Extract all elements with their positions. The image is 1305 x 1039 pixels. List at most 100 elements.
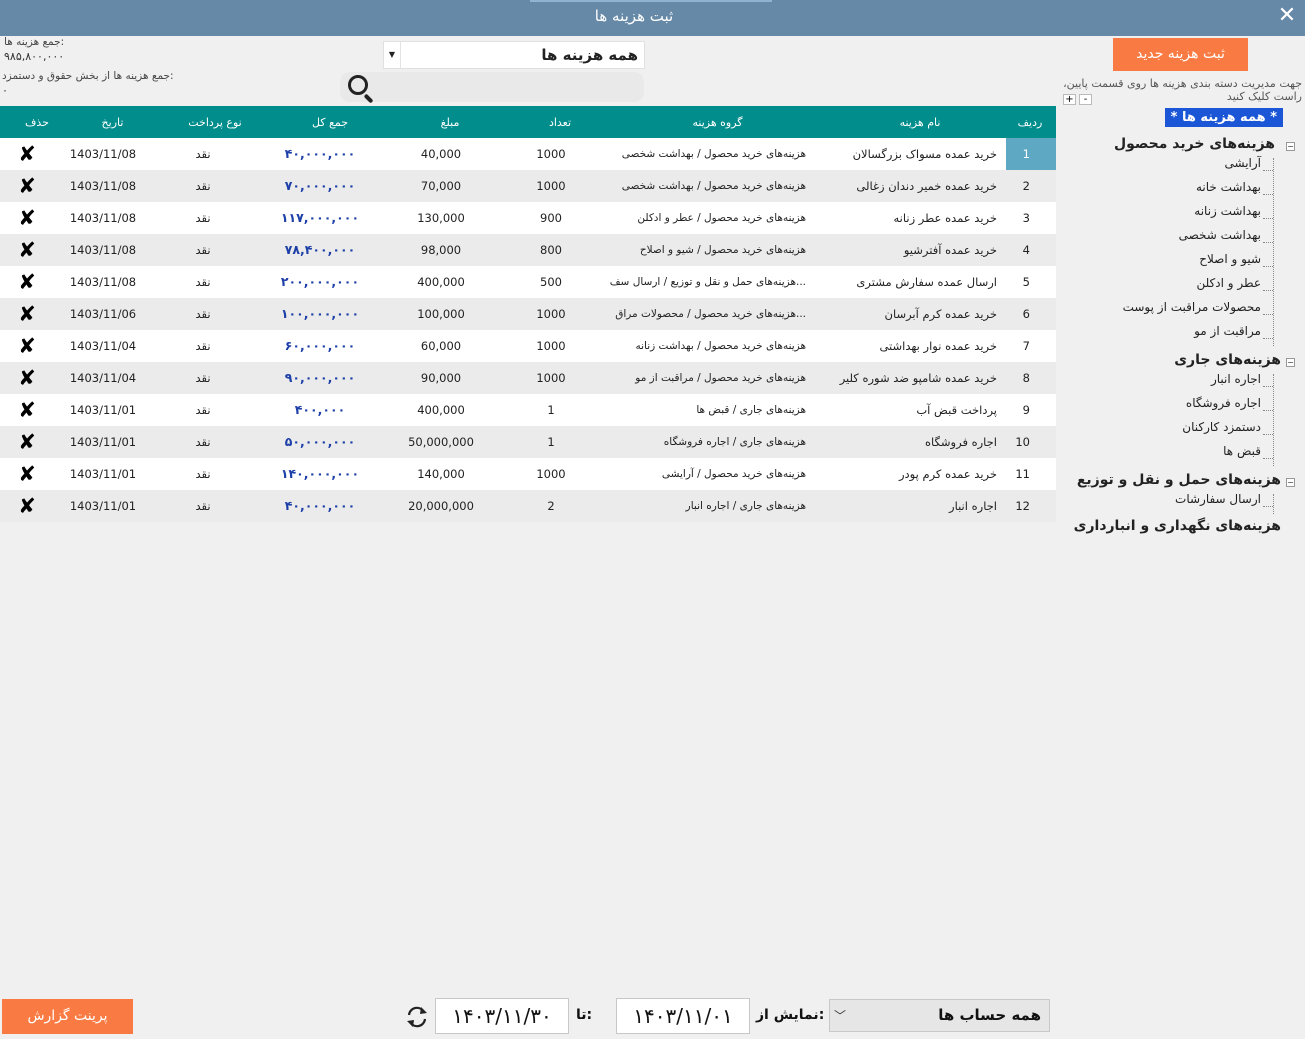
table-row[interactable]: 5 ارسال عمده سفارش مشتری هزینه‌های حمل و ن… [0,266,1056,298]
row-payment: نقد [195,499,211,513]
delete-icon[interactable]: ✘ [10,234,44,266]
search-icon[interactable] [345,73,375,104]
table-row[interactable]: 4 خرید عمده آفترشیو هزینه‌های خرید محصول /… [0,234,1056,266]
delete-icon[interactable]: ✘ [10,138,44,170]
print-report-button[interactable]: پرینت گزارش [2,999,133,1034]
row-count: 1000 [536,467,566,481]
total-label: جمع هزینه ها: [4,36,65,48]
tree-collapse-icon[interactable]: − [1286,142,1295,151]
expand-all-button[interactable]: + [1063,94,1076,105]
tree-item[interactable]: دستمزد کارکنان [1182,420,1261,434]
col-delete[interactable]: حذف [12,116,62,129]
row-count: 900 [540,211,562,225]
tree-collapse-icon[interactable]: − [1286,478,1295,487]
tree-item[interactable]: شیو و اصلاح [1199,252,1261,266]
col-total[interactable]: جمع کل [270,116,390,129]
delete-icon[interactable]: ✘ [10,426,44,458]
delete-icon[interactable]: ✘ [10,266,44,298]
row-name: اجاره فروشگاه [925,435,997,449]
tree-group[interactable]: هزینه‌های حمل و نقل و توزیع [1077,472,1281,488]
row-amount: 130,000 [417,211,465,225]
col-count[interactable]: تعداد [525,116,595,129]
table-row[interactable]: 2 خرید عمده خمیر دندان زغالی هزینه‌های خری… [0,170,1056,202]
search-input[interactable] [340,72,644,104]
delete-icon[interactable]: ✘ [10,394,44,426]
row-total: ۴۰,۰۰۰,۰۰۰ [284,146,356,161]
table-row[interactable]: 1 خرید عمده مسواک بزرگسالان هزینه‌های خرید… [0,138,1056,170]
collapse-all-button[interactable]: - [1079,94,1092,105]
delete-icon[interactable]: ✘ [10,490,44,522]
tree-connector [1273,158,1274,346]
table-row[interactable]: 10 اجاره فروشگاه هزینه‌های جاری / اجاره فر… [0,426,1056,458]
tree-collapse-icon[interactable]: − [1286,358,1295,367]
row-index: 2 [1022,179,1030,193]
row-total: ۷۰,۰۰۰,۰۰۰ [284,178,356,193]
close-icon[interactable]: ✕ [1275,4,1299,28]
row-count: 1000 [536,147,566,161]
tree-item[interactable]: محصولات مراقبت از پوست [1123,300,1261,314]
row-name: خرید عمده شامپو ضد شوره کلیر [839,371,997,385]
to-date-input[interactable]: ۱۴۰۳/۱۱/۳۰ [435,998,569,1034]
from-date-input[interactable]: ۱۴۰۳/۱۱/۰۱ [616,998,750,1034]
category-filter-select[interactable]: ▼ همه هزینه ها [383,41,645,69]
table-row[interactable]: 11 خرید عمده کرم پودر هزینه‌های خرید محصول… [0,458,1056,490]
col-payment[interactable]: نوع پرداخت [170,116,260,129]
tree-connector [1263,170,1273,171]
tree-item[interactable]: بهداشت زنانه [1194,204,1261,218]
row-index: 10 [1015,435,1030,449]
tree-item[interactable]: قبض ها [1223,444,1261,458]
delete-icon[interactable]: ✘ [10,458,44,490]
new-expense-button[interactable]: ثبت هزینه جدید [1113,38,1248,71]
delete-icon[interactable]: ✘ [10,362,44,394]
tree-root-all-expenses[interactable]: * همه هزینه ها * [1164,108,1283,127]
tree-item[interactable]: اجاره فروشگاه [1186,396,1261,410]
refresh-icon[interactable] [404,1004,430,1030]
category-filter-value: همه هزینه ها [541,46,638,64]
table-row[interactable]: 3 خرید عمده عطر زنانه هزینه‌های خرید محصول… [0,202,1056,234]
tree-group[interactable]: هزینه‌های جاری [1174,352,1281,368]
table-row[interactable]: 7 خرید عمده نوار بهداشتی هزینه‌های خرید مح… [0,330,1056,362]
col-date[interactable]: تاریخ [60,116,165,129]
tree-item[interactable]: بهداشت خانه [1196,180,1261,194]
row-amount: 70,000 [420,179,462,193]
row-name: پرداخت قبض آب [916,403,997,417]
table-row[interactable]: 8 خرید عمده شامپو ضد شوره کلیر هزینه‌های خ… [0,362,1056,394]
row-total: ۱۰۰,۰۰۰,۰۰۰ [280,306,360,321]
col-index[interactable]: ردیف [1010,116,1050,129]
account-select[interactable]: ﹀ همه حساب ها [829,999,1050,1032]
row-amount: 60,000 [420,339,462,353]
col-name[interactable]: نام هزینه [840,116,1000,129]
table-row[interactable]: 12 اجاره انبار هزینه‌های جاری / اجاره انبا… [0,490,1056,522]
tree-item[interactable]: اجاره انبار [1211,372,1261,386]
row-payment: نقد [195,403,211,417]
row-group: هزینه‌های خرید محصول / عطر و ادکلن [637,212,806,224]
delete-icon[interactable]: ✘ [10,170,44,202]
tree-group[interactable]: هزینه‌های نگهداری و انبارداری [1074,518,1281,534]
col-group[interactable]: گروه هزینه [610,116,825,129]
tree-item[interactable]: ارسال سفارشات [1175,492,1261,506]
table-row[interactable]: 9 پرداخت قبض آب هزینه‌های جاری / قبض ها 1 40… [0,394,1056,426]
row-group: هزینه‌های خرید محصول / شیو و اصلاح [639,244,806,256]
tree-item[interactable]: عطر و ادکلن [1196,276,1261,290]
row-total: ۴۰,۰۰۰,۰۰۰ [284,498,356,513]
tree-item[interactable]: بهداشت شخصی [1179,228,1261,242]
row-amount: 100,000 [417,307,465,321]
row-payment: نقد [195,275,211,289]
row-date: 1403/11/04 [69,339,137,353]
row-index: 3 [1022,211,1030,225]
dropdown-arrow-icon[interactable]: ▼ [384,42,401,68]
delete-icon[interactable]: ✘ [10,298,44,330]
delete-icon[interactable]: ✘ [10,330,44,362]
col-amount[interactable]: مبلغ [400,116,500,129]
row-date: 1403/11/08 [69,179,137,193]
row-amount: 90,000 [420,371,462,385]
row-payment: نقد [195,147,211,161]
row-amount: 50,000,000 [408,435,474,449]
row-index: 11 [1015,467,1030,481]
tree-group[interactable]: هزینه‌های خرید محصول [1114,136,1275,152]
tree-item[interactable]: مراقبت از مو [1194,324,1261,338]
tree-item[interactable]: آرایشی [1224,156,1261,170]
table-row[interactable]: 6 خرید عمده کرم آبرسان هزینه‌های خرید محصو… [0,298,1056,330]
delete-icon[interactable]: ✘ [10,202,44,234]
tree-connector [1273,494,1274,514]
